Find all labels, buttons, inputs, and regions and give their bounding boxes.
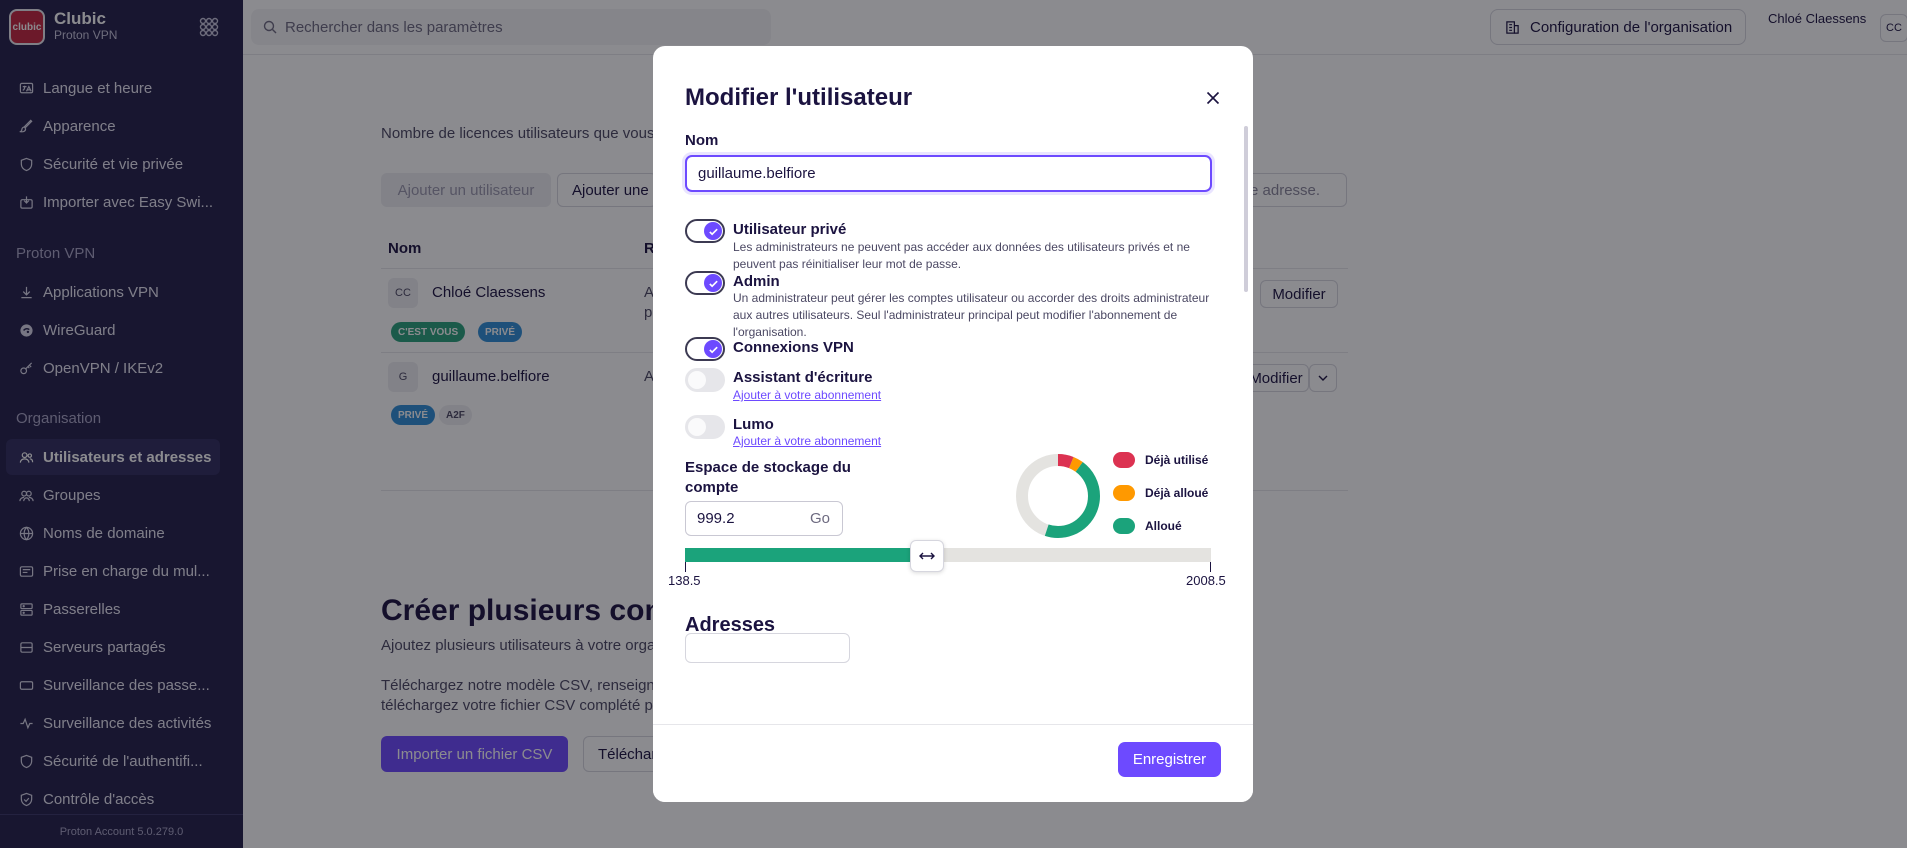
slider-fill (685, 548, 928, 562)
modal-body: Nom Utilisateur privé Les administrateur… (653, 126, 1253, 724)
storage-slider[interactable] (685, 540, 1211, 572)
lumo-title: Lumo (733, 416, 774, 433)
name-label: Nom (685, 132, 719, 149)
lumo-upgrade-link[interactable]: Ajouter à votre abonnement (733, 434, 881, 448)
legend-swatch (1113, 485, 1135, 501)
address-field[interactable] (685, 633, 850, 663)
legend-used: Déjà utilisé (1113, 452, 1208, 468)
admin-title: Admin (733, 273, 780, 290)
private-user-toggle[interactable] (685, 219, 725, 243)
writing-assistant-title: Assistant d'écriture (733, 369, 873, 386)
storage-label: Espace de stockage du compte (685, 459, 851, 496)
admin-description: Un administrateur peut gérer les comptes… (733, 291, 1210, 339)
private-user-title: Utilisateur privé (733, 221, 847, 238)
check-icon (708, 280, 718, 287)
legend-label: Déjà utilisé (1145, 453, 1209, 467)
check-icon (708, 346, 718, 353)
modal-footer: Enregistrer (653, 724, 1253, 802)
modal-scrollbar[interactable] (1244, 126, 1248, 292)
horizontal-arrows-icon (919, 552, 936, 560)
close-icon (1206, 91, 1220, 105)
legend-swatch (1113, 452, 1135, 468)
storage-input[interactable]: 999.2 Go (685, 501, 843, 536)
legend-allocated: Alloué (1113, 518, 1182, 534)
close-button[interactable] (1201, 86, 1225, 110)
lumo-toggle[interactable] (685, 415, 725, 439)
writing-assistant-toggle[interactable] (685, 368, 725, 392)
save-button[interactable]: Enregistrer (1118, 742, 1221, 777)
writing-assistant-upgrade-link[interactable]: Ajouter à votre abonnement (733, 388, 881, 402)
check-icon (708, 228, 718, 235)
legend-label: Alloué (1145, 519, 1182, 533)
legend-swatch (1113, 518, 1135, 534)
slider-tick (1210, 562, 1211, 572)
storage-value: 999.2 (697, 510, 735, 527)
slider-max-label: 2008.5 (1186, 573, 1226, 588)
admin-toggle[interactable] (685, 271, 725, 295)
edit-user-modal: Modifier l'utilisateur Nom Utilisateur p… (653, 46, 1253, 802)
legend-label: Déjà alloué (1145, 486, 1209, 500)
storage-unit: Go (809, 510, 830, 527)
vpn-connections-title: Connexions VPN (733, 339, 854, 356)
storage-donut-chart (1016, 454, 1100, 538)
slider-min-label: 138.5 (668, 573, 701, 588)
name-input[interactable] (685, 155, 1212, 192)
private-user-description: Les administrateurs ne peuvent pas accéd… (733, 240, 1190, 271)
modal-title: Modifier l'utilisateur (685, 84, 913, 111)
legend-already-allocated: Déjà alloué (1113, 485, 1208, 501)
slider-tick (685, 562, 686, 572)
vpn-connections-toggle[interactable] (685, 337, 725, 361)
slider-handle[interactable] (910, 540, 945, 572)
